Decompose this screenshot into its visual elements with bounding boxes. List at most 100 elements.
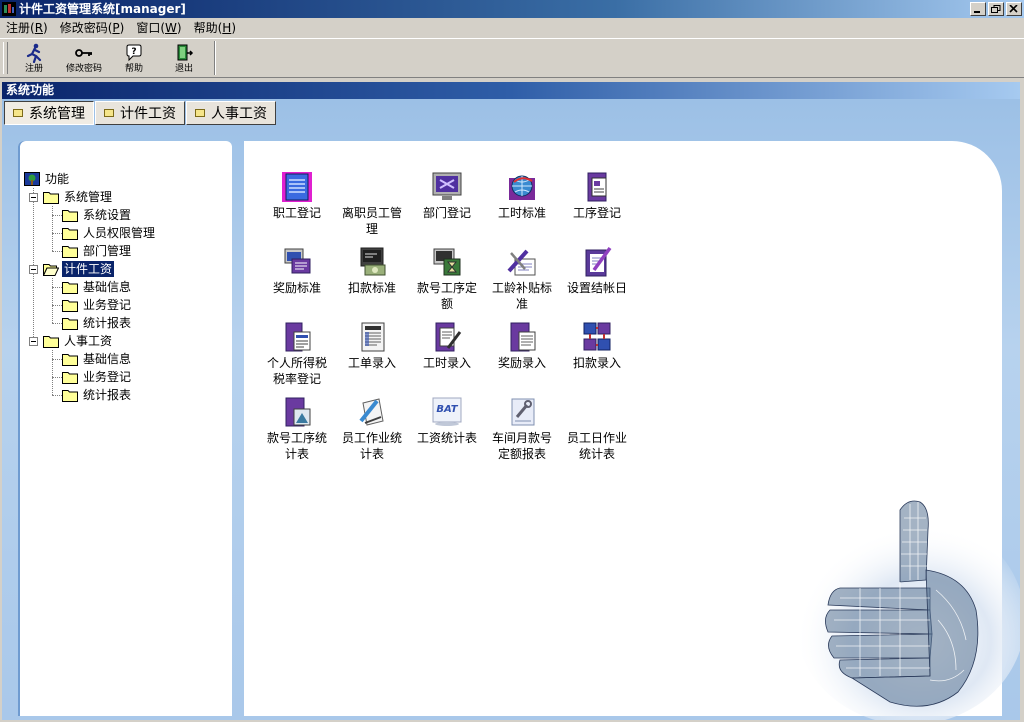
tab-hr-wage[interactable]: 人事工资 [186, 101, 276, 125]
work-hour-entry-shortcut[interactable]: 工时录入 [409, 320, 485, 371]
wage-stats-shortcut[interactable]: BAT 工资统计表 [409, 395, 485, 446]
folder-icon [62, 282, 78, 294]
tree-item[interactable]: 基础信息 [62, 350, 133, 368]
folder-icon [62, 228, 78, 240]
tab-strip: 系统管理 计件工资 人事工资 [4, 101, 277, 125]
tree-group-system[interactable]: 系统管理 [43, 188, 114, 206]
tab-piece-wage[interactable]: 计件工资 [95, 101, 185, 125]
tree-item-label: 基础信息 [83, 280, 132, 294]
register-button[interactable]: 注册 [12, 41, 56, 75]
tree-root-icon [24, 172, 40, 186]
window-title: 计件工资管理系统[manager] [19, 2, 186, 16]
tree-group-hr-wage[interactable]: 人事工资 [43, 332, 114, 350]
book-pen-icon [435, 322, 462, 352]
bonus-entry-shortcut[interactable]: 奖励录入 [484, 320, 560, 371]
department-register-shortcut[interactable]: 部门登记 [409, 170, 485, 221]
work-order-entry-shortcut[interactable]: 工单录入 [334, 320, 410, 371]
collapse-toggle[interactable] [29, 193, 38, 202]
tab-bullet-icon [195, 109, 205, 117]
bat-icon: BAT [432, 397, 462, 426]
set-closing-date-shortcut[interactable]: 设置结帐日 [559, 245, 635, 296]
pen-book-icon [585, 246, 612, 277]
tab-bullet-icon [13, 109, 23, 117]
bonus-standard-shortcut[interactable]: 奖励标准 [259, 245, 335, 296]
close-button[interactable] [1006, 2, 1022, 16]
exit-button[interactable]: 退出 [162, 41, 206, 75]
employee-register-shortcut[interactable]: 职工登记 [259, 170, 335, 221]
collapse-toggle[interactable] [29, 265, 38, 274]
runner-icon [26, 43, 42, 63]
process-register-shortcut[interactable]: 工序登记 [559, 170, 635, 221]
register-label: 注册 [24, 64, 43, 74]
open-folder-icon [43, 264, 59, 276]
thumbs-up-decoration [795, 500, 1020, 720]
tree-item-label: 系统设置 [83, 208, 132, 222]
help-icon: ? [126, 44, 142, 62]
tree-item-label: 基础信息 [83, 352, 132, 366]
monitor-icon [432, 172, 462, 200]
tree-group-label: 人事工资 [64, 334, 113, 348]
workshop-style-quota-report-shortcut[interactable]: 车间月款号 定额报表 [484, 395, 560, 462]
panel-title: 系统功能 [2, 82, 1020, 99]
book-sheet-icon [285, 322, 311, 352]
work-hour-standard-shortcut[interactable]: 工时标准 [484, 170, 560, 221]
book-chart-icon [285, 397, 311, 427]
tree-item-label: 统计报表 [83, 316, 132, 330]
resigned-employee-shortcut[interactable]: 离职员工管 理 [334, 170, 410, 237]
tree-item[interactable]: 业务登记 [62, 368, 133, 386]
toolbar: 注册 修改密码 ? 帮助 退出 [0, 38, 1024, 78]
tree-item[interactable]: 统计报表 [62, 314, 133, 332]
folder-icon [43, 336, 59, 348]
app-window: 计件工资管理系统[manager] 注册(R) 修改密码(P) 窗口(W) 帮助… [0, 0, 1024, 722]
help-button[interactable]: ? 帮助 [112, 41, 156, 75]
restore-icon [991, 5, 1001, 13]
deduction-standard-shortcut[interactable]: 扣款标准 [334, 245, 410, 296]
employee-daily-work-stats-shortcut[interactable]: 员工日作业 统计表 [559, 395, 635, 462]
title-bar[interactable]: 计件工资管理系统[manager] [0, 0, 1024, 18]
menu-help[interactable]: 帮助(H) [188, 18, 242, 38]
restore-button[interactable] [988, 2, 1004, 16]
blank-icon [355, 170, 389, 204]
income-tax-rate-shortcut[interactable]: 个人所得税 税率登记 [259, 320, 335, 387]
tab-system-management[interactable]: 系统管理 [4, 101, 94, 125]
folder-icon [62, 390, 78, 402]
tree-item[interactable]: 系统设置 [62, 206, 133, 224]
change-password-label: 修改密码 [65, 64, 102, 74]
toolbar-grip[interactable] [3, 42, 8, 74]
folder-icon [62, 246, 78, 258]
key-icon [75, 49, 92, 57]
tree-item[interactable]: 统计报表 [62, 386, 133, 404]
network-icon [583, 322, 611, 351]
minimize-button[interactable] [970, 2, 986, 16]
tree-root[interactable]: 功能 [24, 170, 71, 188]
tree-item[interactable]: 基础信息 [62, 278, 133, 296]
tree-root-label: 功能 [45, 172, 70, 186]
svg-text:?: ? [131, 47, 136, 57]
tree-group-piece-wage[interactable]: 计件工资 [43, 260, 115, 278]
app-icon [2, 2, 16, 16]
folder-icon [62, 210, 78, 222]
folder-icon [43, 192, 59, 204]
deduction-entry-shortcut[interactable]: 扣款录入 [559, 320, 635, 371]
style-process-stats-shortcut[interactable]: 款号工序统 计表 [259, 395, 335, 462]
tree-item[interactable]: 业务登记 [62, 296, 133, 314]
change-password-button[interactable]: 修改密码 [62, 41, 106, 75]
tree-item-label: 部门管理 [83, 244, 132, 258]
toolbar-separator [214, 41, 216, 75]
folder-icon [62, 372, 78, 384]
hourglass-icon [433, 248, 461, 276]
employee-work-stats-shortcut[interactable]: 员工作业统 计表 [334, 395, 410, 462]
collapse-toggle[interactable] [29, 337, 38, 346]
document-icon [282, 172, 312, 202]
tree-item-label: 人员权限管理 [83, 226, 156, 240]
tree-item[interactable]: 人员权限管理 [62, 224, 157, 242]
menu-change-password[interactable]: 修改密码(P) [54, 18, 131, 38]
menu-register[interactable]: 注册(R) [0, 18, 54, 38]
menu-window[interactable]: 窗口(W) [130, 18, 187, 38]
computer-icon [360, 247, 386, 276]
seniority-allowance-shortcut[interactable]: 工龄补贴标 准 [484, 245, 560, 312]
style-process-quota-shortcut[interactable]: 款号工序定 额 [409, 245, 485, 312]
tree-item[interactable]: 部门管理 [62, 242, 133, 260]
folder-icon [62, 318, 78, 330]
menu-bar: 注册(R) 修改密码(P) 窗口(W) 帮助(H) [0, 18, 1024, 38]
